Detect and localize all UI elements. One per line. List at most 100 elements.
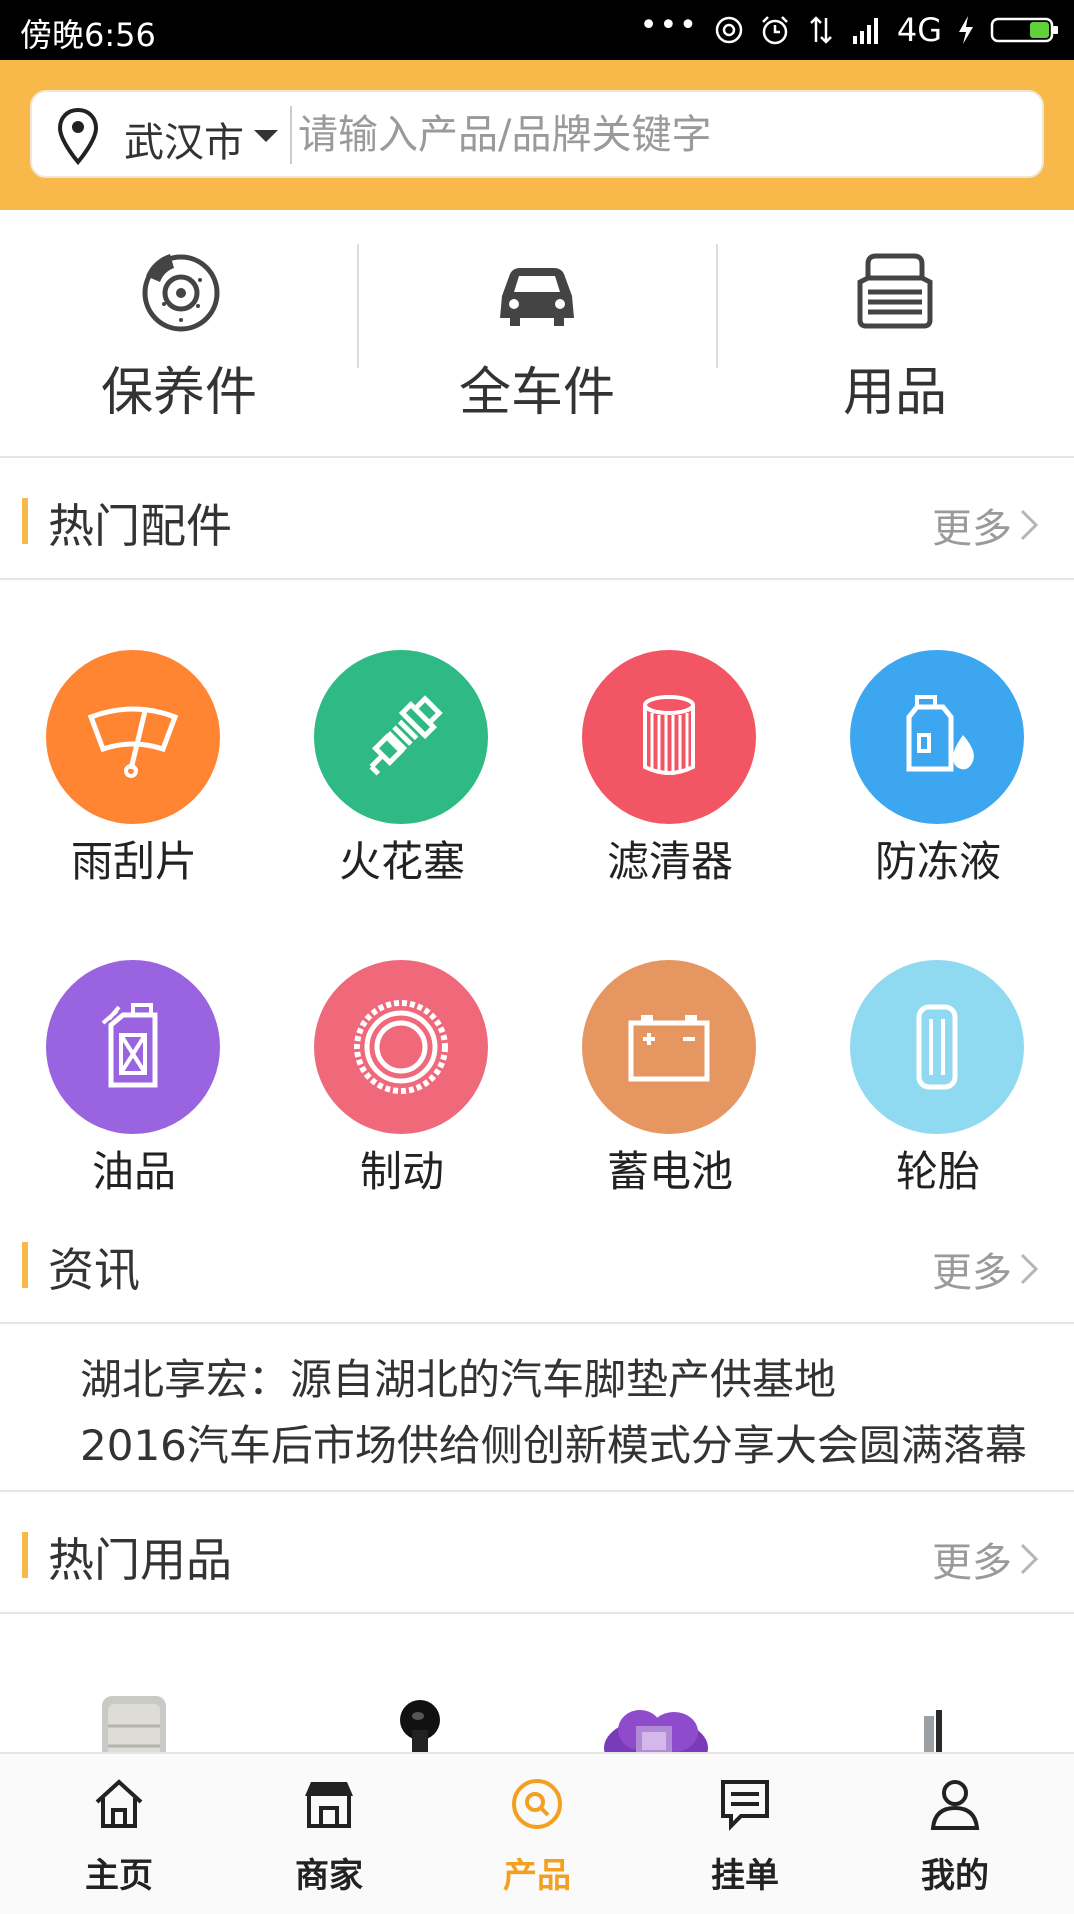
- news-list: 湖北享宏：源自湖北的汽车脚垫产供基地 2016汽车后市场供给侧创新模式分享大会圆…: [0, 1324, 1074, 1492]
- status-bar: 傍晚6:56 ••• 4G: [0, 0, 1074, 60]
- oil-can-icon: [101, 1003, 158, 1088]
- part-label: 滤清器: [606, 837, 733, 886]
- charging-icon: [959, 16, 973, 44]
- part-label: 雨刮片: [70, 837, 197, 886]
- more-label: 更多: [932, 1540, 1012, 1586]
- status-time: 傍晚6:56: [20, 16, 156, 54]
- chevron-right-icon: [1020, 1253, 1039, 1285]
- news-header: 资讯 更多: [0, 1204, 1074, 1324]
- category-label: 全车件: [458, 363, 615, 423]
- part-icon-circle: [582, 960, 756, 1134]
- more-label: 更多: [932, 506, 1012, 552]
- filter-icon: [643, 695, 695, 775]
- nav-label: 挂单: [711, 1856, 779, 1896]
- category-whole-car-parts[interactable]: 全车件: [358, 210, 716, 458]
- spark-plug-icon: [369, 695, 443, 776]
- alarm-icon: [761, 16, 788, 45]
- location-pin-icon[interactable]: [50, 106, 106, 166]
- message-icon: [721, 1780, 769, 1831]
- shop-icon: [305, 1782, 353, 1828]
- wiper-blade-product-image[interactable]: [904, 1686, 1014, 1752]
- hot-goods-header: 热门用品 更多: [0, 1494, 1074, 1614]
- seat-cushion-product-image[interactable]: [82, 1686, 192, 1752]
- car-freshener-product-image[interactable]: [600, 1686, 710, 1752]
- search-input[interactable]: [298, 100, 1018, 170]
- phone-mount-product-image[interactable]: [370, 1686, 480, 1752]
- battery-status-icon: [990, 17, 1058, 43]
- part-label: 火花塞: [338, 837, 465, 886]
- part-item[interactable]: 滤清器: [536, 650, 804, 900]
- nav-orders[interactable]: 挂单: [640, 1754, 850, 1914]
- nav-profile[interactable]: 我的: [850, 1754, 1060, 1914]
- part-icon-circle: [46, 960, 220, 1134]
- section-accent-bar: [22, 1242, 28, 1288]
- battery-icon: [628, 1015, 710, 1082]
- antifreeze-icon: [906, 695, 974, 772]
- city-selector[interactable]: 武汉市: [124, 110, 244, 168]
- news-item[interactable]: 2016汽车后市场供给侧创新模式分享大会圆满落幕: [80, 1412, 1040, 1473]
- section-title: 热门用品: [48, 1533, 232, 1587]
- user-icon: [930, 1780, 980, 1830]
- part-icon-circle: [46, 650, 220, 824]
- more-label: 更多: [932, 1250, 1012, 1296]
- more-link[interactable]: 更多: [932, 1240, 1040, 1298]
- part-icon-circle: [314, 650, 488, 824]
- brake-icon: [354, 1000, 448, 1094]
- nav-label: 商家: [295, 1856, 363, 1896]
- car-icon: [500, 268, 574, 326]
- part-item[interactable]: 雨刮片: [0, 650, 268, 900]
- part-item[interactable]: 油品: [0, 960, 268, 1210]
- part-icon-circle: [850, 650, 1024, 824]
- category-row: 保养件 全车件 用品: [0, 210, 1074, 458]
- tire-icon: [916, 1004, 958, 1090]
- part-item[interactable]: 火花塞: [268, 650, 536, 900]
- hot-goods-list: [0, 1616, 1074, 1752]
- category-accessories[interactable]: 用品: [716, 210, 1074, 458]
- category-label: 用品: [842, 363, 947, 423]
- nav-merchants[interactable]: 商家: [224, 1754, 434, 1914]
- bottom-nav: 主页 商家 产品 挂单 我的: [0, 1752, 1074, 1914]
- chevron-right-icon: [1020, 509, 1039, 541]
- section-title: 资讯: [48, 1243, 140, 1297]
- part-item[interactable]: 轮胎: [804, 960, 1072, 1210]
- search-bar: 武汉市: [30, 90, 1044, 178]
- section-title: 热门配件: [48, 499, 232, 553]
- home-icon: [95, 1779, 143, 1828]
- status-icons: ••• 4G: [640, 8, 1060, 52]
- network-type: 4G: [896, 11, 942, 49]
- more-dots: •••: [639, 7, 699, 43]
- hotspot-icon: [715, 16, 743, 44]
- part-label: 蓄电池: [606, 1147, 733, 1196]
- part-item[interactable]: 制动: [268, 960, 536, 1210]
- seat-icon: [857, 253, 933, 329]
- category-maintenance-parts[interactable]: 保养件: [0, 210, 358, 458]
- part-icon-circle: [582, 650, 756, 824]
- nav-home[interactable]: 主页: [14, 1754, 224, 1914]
- product-search-icon: [512, 1779, 562, 1829]
- category-label: 保养件: [100, 363, 257, 423]
- search-divider: [290, 106, 292, 164]
- brake-disc-icon: [142, 254, 220, 332]
- section-accent-bar: [22, 1532, 28, 1578]
- wiper-icon: [87, 706, 179, 778]
- more-link[interactable]: 更多: [932, 1530, 1040, 1588]
- chevron-right-icon: [1020, 1543, 1039, 1575]
- section-accent-bar: [22, 498, 28, 544]
- more-link[interactable]: 更多: [932, 496, 1040, 554]
- part-item[interactable]: 蓄电池: [536, 960, 804, 1210]
- nav-products[interactable]: 产品: [432, 1754, 642, 1914]
- part-label: 防冻液: [874, 837, 1001, 886]
- nav-label: 我的: [921, 1856, 989, 1896]
- part-item[interactable]: 防冻液: [804, 650, 1072, 900]
- chevron-down-icon[interactable]: [254, 130, 278, 142]
- part-icon-circle: [314, 960, 488, 1134]
- part-label: 轮胎: [895, 1147, 980, 1196]
- nav-label: 产品: [503, 1856, 571, 1896]
- part-label: 制动: [359, 1147, 444, 1196]
- part-label: 油品: [91, 1147, 176, 1196]
- search-header: 武汉市: [0, 60, 1074, 210]
- news-item[interactable]: 湖北享宏：源自湖北的汽车脚垫产供基地: [80, 1346, 1040, 1407]
- nav-label: 主页: [85, 1856, 153, 1896]
- part-icon-circle: [850, 960, 1024, 1134]
- hot-parts-header: 热门配件 更多: [0, 460, 1074, 580]
